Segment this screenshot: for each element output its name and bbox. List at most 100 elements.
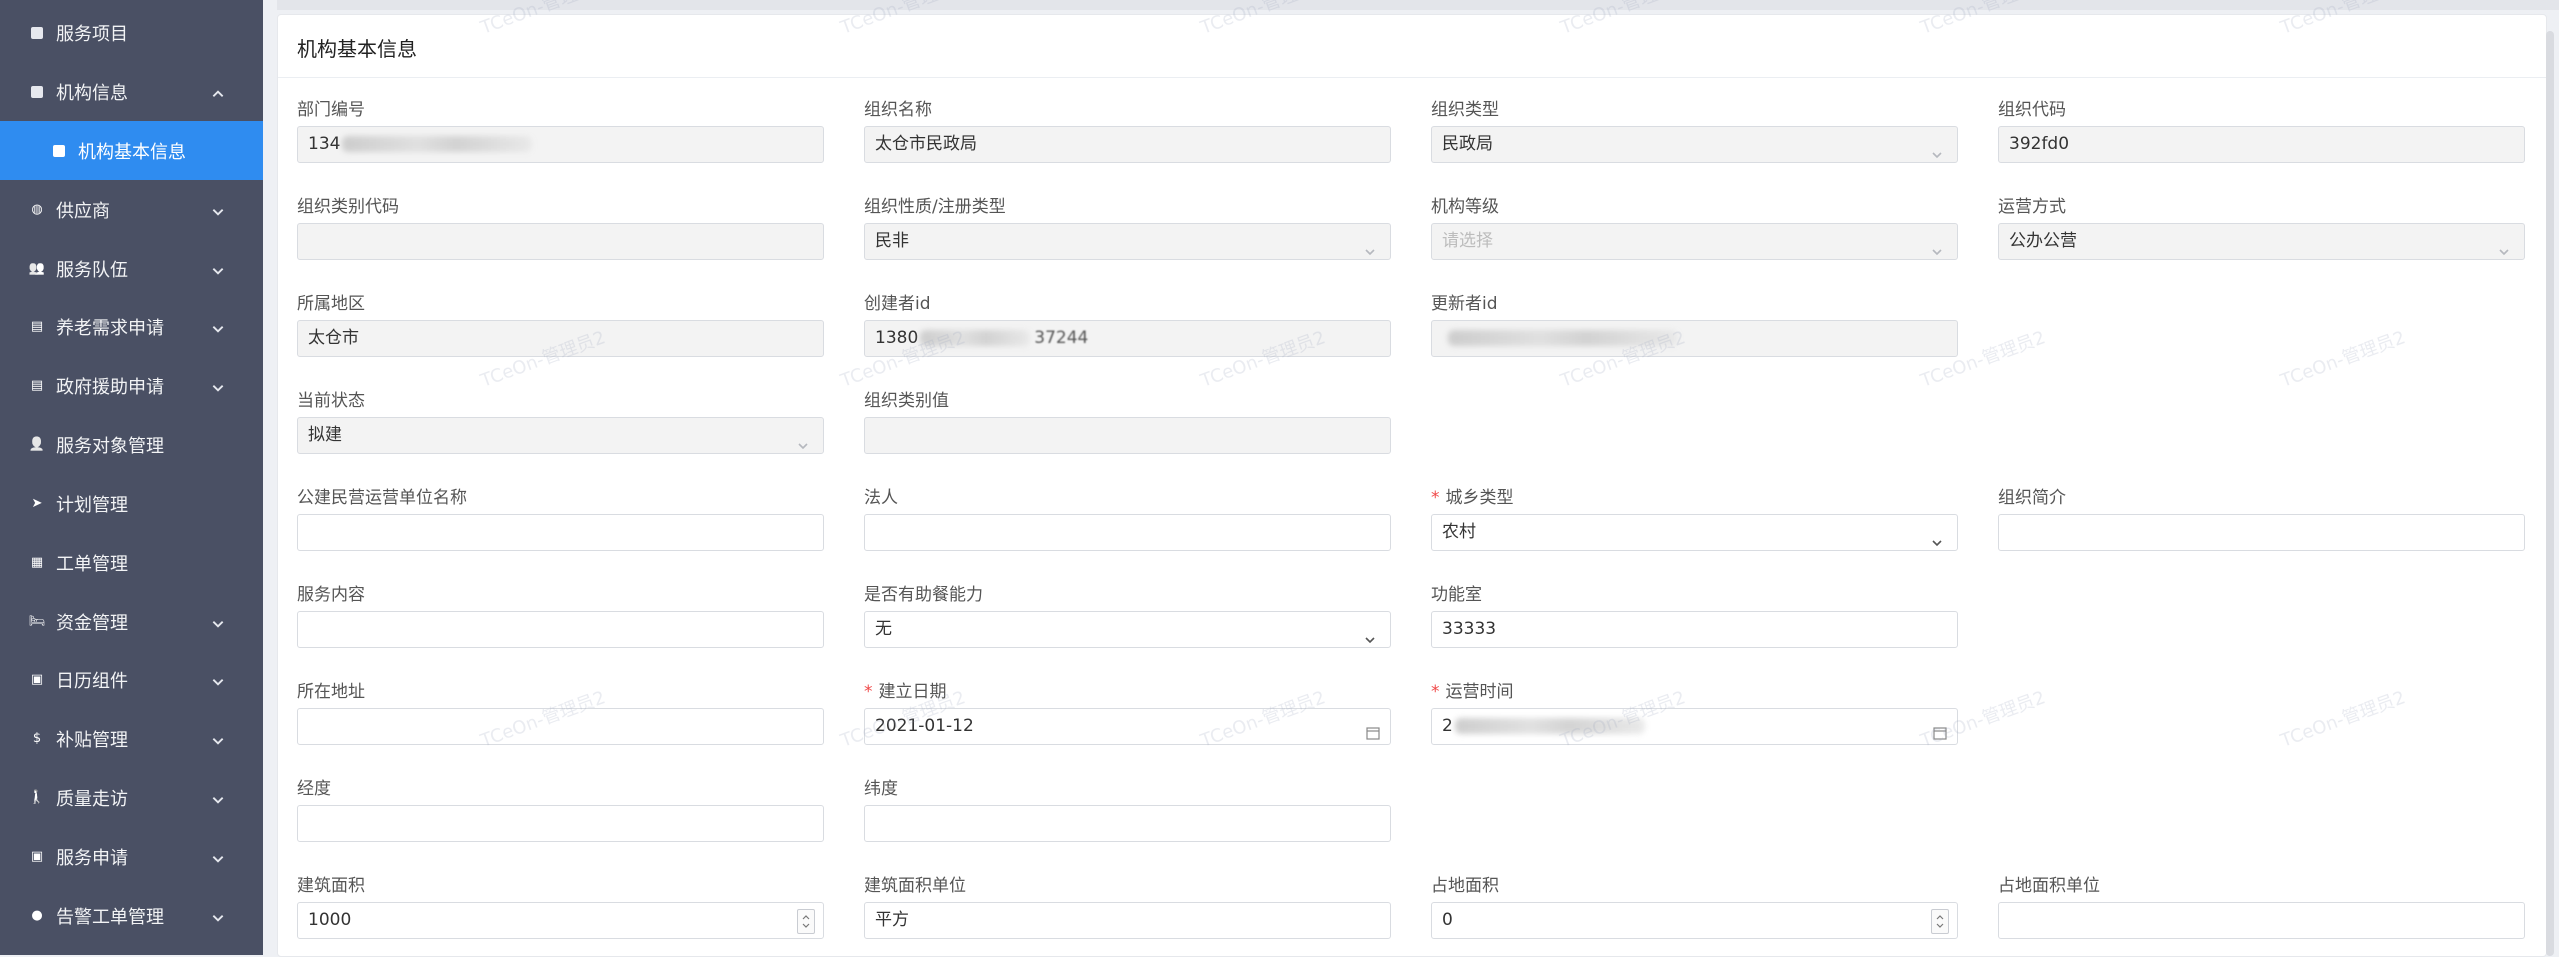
input-field: 太仓市民政局 [864, 126, 1391, 163]
sidebar-item-7[interactable]: 👤 服务对象管理 [0, 415, 263, 474]
chevron-down-icon [211, 673, 225, 687]
sidebar-item-label: 机构信息 [56, 82, 128, 104]
vertical-scrollbar[interactable] [2546, 31, 2554, 956]
form-icon: ▤ [30, 319, 44, 334]
field-label-text: 占地面积 [1431, 876, 1499, 896]
chevron-down-icon [2498, 236, 2510, 256]
select-field[interactable]: 农村 [1431, 514, 1958, 551]
sidebar-item-5[interactable]: ▤ 养老需求申请 [0, 297, 263, 356]
top-strip [277, 0, 2559, 10]
field-label-text: 运营时间 [1445, 682, 1514, 702]
field-label-text: 组织类别代码 [297, 197, 399, 217]
number-input-field[interactable]: 1000 [297, 902, 824, 939]
input-field[interactable]: 平方 [864, 902, 1391, 939]
sidebar-item-11[interactable]: ▣ 日历组件 [0, 650, 263, 709]
input-field [864, 417, 1391, 454]
required-asterisk: * [1431, 682, 1440, 702]
calendar-icon[interactable] [1365, 719, 1381, 740]
field-label: 服务内容 [297, 580, 365, 605]
date-picker-field[interactable]: 2021-01-12 [864, 708, 1391, 745]
sidebar-item-6[interactable]: ▤ 政府援助申请 [0, 356, 263, 415]
input-field[interactable] [1998, 902, 2525, 939]
field-label: 组织简介 [1998, 483, 2066, 508]
sidebar-item-4[interactable]: 👥 服务队伍 [0, 239, 263, 298]
input-field[interactable] [297, 708, 824, 745]
field-label: 所属地区 [297, 289, 365, 314]
field-value: 无 [875, 619, 892, 639]
sidebar-item-10[interactable]: 🛏 资金管理 [0, 592, 263, 651]
field-label-text: 所在地址 [297, 682, 365, 702]
field-label: * 建立日期 [864, 677, 947, 702]
field-label-text: 组织名称 [864, 100, 932, 120]
field-label: 功能室 [1431, 580, 1482, 605]
input-field[interactable] [297, 805, 824, 842]
square-icon [30, 26, 44, 40]
field-label: 占地面积 [1431, 871, 1499, 896]
field-label: 是否有助餐能力 [864, 580, 983, 605]
sidebar-item-12[interactable]: $ 补贴管理 [0, 709, 263, 768]
field-label: 运营方式 [1998, 192, 2066, 217]
input-field[interactable] [297, 611, 824, 648]
square-glyph [53, 144, 65, 157]
field-label: 纬度 [864, 774, 898, 799]
sidebar-item-13[interactable]: 🚶 质量走访 [0, 768, 263, 827]
input-field[interactable] [1998, 514, 2525, 551]
input-field[interactable]: 33333 [1431, 611, 1958, 648]
redacted-text [1448, 330, 1678, 346]
field-label-text: 法人 [864, 488, 898, 508]
chevron-down-icon [211, 379, 225, 393]
card-title: 机构基本信息 [297, 37, 417, 61]
field-value: 1380 [875, 328, 919, 348]
number-stepper[interactable] [1931, 909, 1949, 934]
chevron-down-icon [211, 615, 225, 629]
sidebar-item-3[interactable]: ◍ 供应商 [0, 180, 263, 239]
sidebar-item-14[interactable]: ▣ 服务申请 [0, 827, 263, 886]
chevron-up-icon [211, 85, 225, 99]
chevron-down-icon [797, 430, 809, 450]
dollar-icon: $ [32, 731, 42, 746]
sidebar-item-9[interactable]: ▦ 工单管理 [0, 533, 263, 592]
sidebar-item-8[interactable]: ➤ 计划管理 [0, 474, 263, 533]
date-picker-field[interactable]: 2 [1431, 708, 1958, 745]
field-label-text: 机构等级 [1431, 197, 1499, 217]
field-value: 请选择 [1442, 231, 1493, 251]
input-field[interactable] [297, 514, 824, 551]
chevron-down-icon [211, 791, 225, 805]
field-value: 0 [1442, 910, 1453, 930]
select-field[interactable]: 无 [864, 611, 1391, 648]
required-asterisk: * [1431, 488, 1440, 508]
input-field[interactable] [864, 514, 1391, 551]
sidebar-item-label: 质量走访 [56, 788, 128, 810]
chevron-down-icon [1364, 236, 1376, 256]
field-label: 所在地址 [297, 677, 365, 702]
sidebar-item-2[interactable]: 机构基本信息 [0, 121, 263, 180]
calendar-icon[interactable] [1932, 719, 1948, 740]
chevron-down-icon [1931, 527, 1943, 547]
input-field[interactable] [864, 805, 1391, 842]
sidebar-item-label: 计划管理 [56, 494, 128, 516]
field-label: 更新者id [1431, 289, 1498, 314]
chevron-down-icon [1931, 139, 1943, 159]
number-input-field[interactable]: 0 [1431, 902, 1958, 939]
sidebar-item-15[interactable]: ● 告警工单管理 [0, 886, 263, 945]
number-stepper[interactable] [797, 909, 815, 934]
field-label: 占地面积单位 [1998, 871, 2100, 896]
sidebar-item-1[interactable]: 机构信息 [0, 62, 263, 121]
field-value: 1000 [308, 910, 352, 930]
field-value: 平方 [875, 910, 909, 930]
sidebar-item-label: 工单管理 [56, 553, 128, 575]
select-field: 请选择 [1431, 223, 1958, 260]
field-label-text: 组织简介 [1998, 488, 2066, 508]
sidebar-item-label: 服务队伍 [56, 259, 128, 281]
sidebar-item-0[interactable]: 服务项目 [0, 3, 263, 62]
send-icon: ➤ [31, 496, 43, 511]
sidebar-item-label: 服务项目 [56, 23, 128, 45]
redacted-text [920, 330, 1031, 346]
field-label: 创建者id [864, 289, 931, 314]
field-value: 134 [308, 134, 341, 154]
field-label-text: 组织类型 [1431, 100, 1499, 120]
field-label: 组织类别值 [864, 386, 949, 411]
calendar-icon: ▣ [30, 849, 44, 864]
team-icon: 👥 [28, 261, 46, 276]
field-value: 公办公营 [2009, 231, 2077, 251]
